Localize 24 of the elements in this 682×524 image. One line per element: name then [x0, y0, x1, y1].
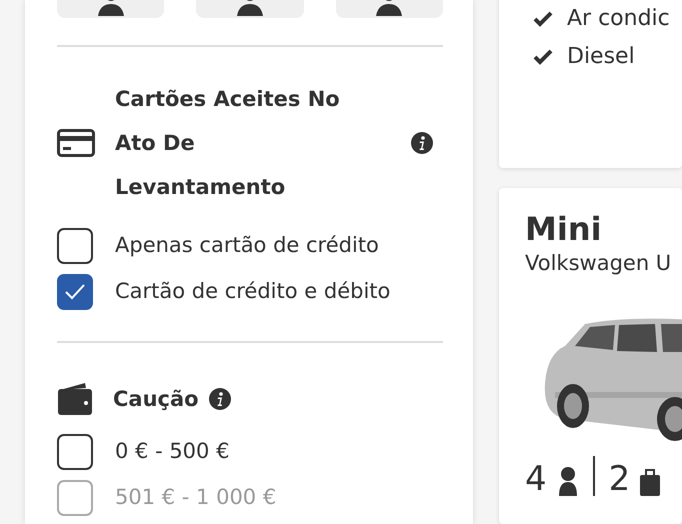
- feature-label: Ar condic: [567, 5, 670, 33]
- option-label: Apenas cartão de crédito: [115, 232, 379, 260]
- checkbox[interactable]: [57, 228, 93, 264]
- wallet-icon: [57, 382, 93, 416]
- filter-title: Cartões Aceites No Ato De Levantamento: [115, 86, 341, 201]
- feature-label: Diesel: [567, 43, 635, 71]
- car-model: Volkswagen U: [525, 250, 672, 278]
- bag-count: 2: [608, 462, 630, 496]
- option-label: 501 € - 1 000 €: [115, 484, 276, 512]
- credit-card-icon: [57, 129, 95, 157]
- suitcase-icon: [640, 468, 660, 496]
- info-icon[interactable]: [208, 388, 231, 410]
- person-icon: [556, 466, 579, 496]
- option-label: 0 € - 500 €: [115, 438, 230, 466]
- checkbox[interactable]: [57, 434, 93, 470]
- info-icon[interactable]: [411, 132, 433, 154]
- seat-count: 4: [525, 462, 547, 496]
- car-category: Mini: [525, 210, 603, 248]
- filter-title: Caução: [113, 386, 199, 413]
- check-icon: [533, 11, 553, 27]
- checkmark-icon: [64, 283, 86, 301]
- option-label: Cartão de crédito e débito: [115, 278, 390, 306]
- checkbox[interactable]: [57, 274, 93, 310]
- check-icon: [533, 49, 553, 65]
